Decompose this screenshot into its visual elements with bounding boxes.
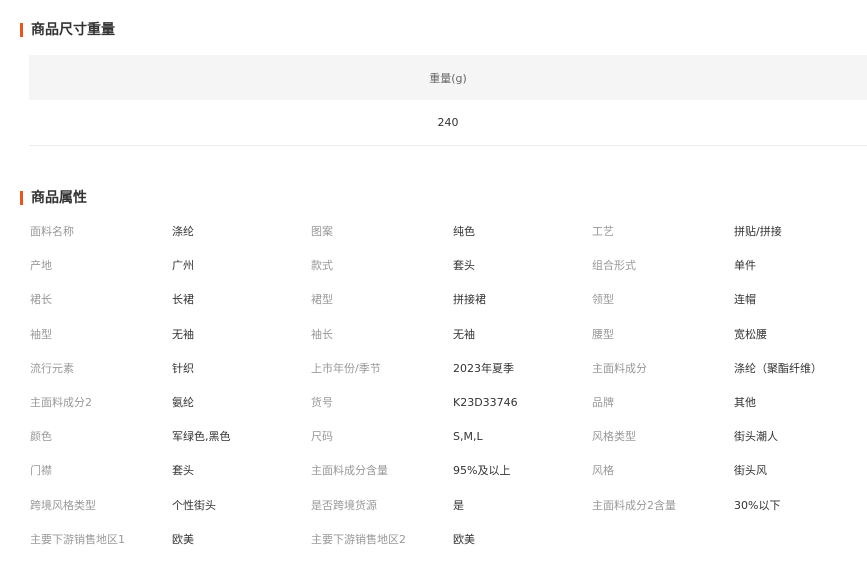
attribute-row: 跨境风格类型 个性街头 是否跨境货源 是 主面料成分2含量 30%以下	[30, 498, 867, 532]
attribute-value: 2023年夏季	[453, 361, 514, 375]
attribute-label: 工艺	[592, 225, 614, 238]
size-weight-table: 重量(g) 240	[29, 55, 867, 146]
attribute-value: 广州	[172, 259, 194, 273]
attribute-row: 裙长 长裙 裙型 拼接裙 领型 连帽	[30, 292, 867, 326]
attribute-label: 主面料成分	[592, 361, 647, 375]
attribute-value: 无袖	[453, 327, 475, 341]
attribute-value: 涤纶	[172, 225, 194, 238]
product-attributes-section-title: 商品属性	[20, 190, 87, 206]
attribute-value: 宽松腰	[734, 327, 767, 341]
attribute-value: 套头	[453, 259, 475, 273]
attribute-label: 裙型	[311, 293, 333, 307]
attribute-value: 连帽	[734, 293, 756, 307]
section-accent-bar	[20, 191, 23, 205]
attribute-value: 无袖	[172, 327, 194, 341]
attribute-label: 领型	[592, 293, 614, 307]
size-weight-title-text: 商品尺寸重量	[31, 22, 115, 38]
attribute-value: 95%及以上	[453, 464, 511, 478]
section-accent-bar	[20, 23, 23, 37]
attribute-label: 主面料成分2	[30, 395, 92, 409]
attribute-value: 军绿色,黑色	[172, 430, 231, 444]
weight-value-cell: 240	[29, 100, 867, 146]
attribute-value: 涤纶（聚酯纤维）	[734, 361, 822, 375]
attribute-label: 上市年份/季节	[311, 361, 381, 375]
attribute-label: 腰型	[592, 327, 614, 341]
attribute-value: 30%以下	[734, 498, 781, 512]
product-attributes-title-text: 商品属性	[31, 190, 87, 206]
attribute-value: 套头	[172, 464, 194, 478]
attribute-label: 流行元素	[30, 361, 74, 375]
attribute-value: 长裙	[172, 293, 194, 307]
attribute-value: 街头风	[734, 464, 767, 478]
attribute-row: 主面料成分2 氨纶 货号 K23D33746 品牌 其他	[30, 395, 867, 429]
attribute-label: 门襟	[30, 464, 52, 478]
attribute-row: 产地 广州 款式 套头 组合形式 单件	[30, 258, 867, 292]
attribute-value: 纯色	[453, 225, 475, 238]
attribute-label: 风格	[592, 464, 614, 478]
attribute-row: 袖型 无袖 袖长 无袖 腰型 宽松腰	[30, 327, 867, 361]
attribute-row: 主要下游销售地区1 欧美 主要下游销售地区2 欧美	[30, 532, 867, 566]
attribute-label: 主面料成分含量	[311, 464, 388, 478]
attribute-label: 跨境风格类型	[30, 498, 96, 512]
attribute-label: 是否跨境货源	[311, 498, 377, 512]
attribute-value: 街头潮人	[734, 430, 778, 444]
attribute-label: 货号	[311, 395, 333, 409]
attribute-row: 颜色 军绿色,黑色 尺码 S,M,L 风格类型 街头潮人	[30, 429, 867, 463]
attribute-label: 风格类型	[592, 430, 636, 444]
attribute-value: 欧美	[453, 532, 475, 546]
attribute-value: S,M,L	[453, 430, 483, 444]
attribute-row: 面料名称 涤纶 图案 纯色 工艺 拼贴/拼接	[30, 224, 867, 258]
attribute-value: 欧美	[172, 532, 194, 546]
attribute-label: 面料名称	[30, 225, 74, 238]
attribute-label: 主要下游销售地区2	[311, 532, 406, 546]
attribute-value: 单件	[734, 259, 756, 273]
attribute-label: 品牌	[592, 395, 614, 409]
attribute-value: 针织	[172, 361, 194, 375]
attribute-value: 拼贴/拼接	[734, 225, 782, 238]
weight-column-header: 重量(g)	[29, 55, 867, 100]
attribute-label: 颜色	[30, 430, 52, 444]
attribute-value: 拼接裙	[453, 293, 486, 307]
attribute-row: 门襟 套头 主面料成分含量 95%及以上 风格 街头风	[30, 463, 867, 497]
attribute-row: 流行元素 针织 上市年份/季节 2023年夏季 主面料成分 涤纶（聚酯纤维）	[30, 361, 867, 395]
attribute-label: 尺码	[311, 430, 333, 444]
attribute-label: 袖长	[311, 327, 333, 341]
size-weight-section-title: 商品尺寸重量	[20, 22, 115, 38]
attribute-label: 组合形式	[592, 259, 636, 273]
attribute-label: 图案	[311, 225, 333, 238]
attribute-value: 是	[453, 498, 464, 512]
attribute-value: 氨纶	[172, 395, 194, 409]
attribute-value: K23D33746	[453, 395, 518, 409]
attribute-label: 主要下游销售地区1	[30, 532, 125, 546]
attribute-label: 款式	[311, 259, 333, 273]
attribute-label: 产地	[30, 259, 52, 273]
attribute-label: 袖型	[30, 327, 52, 341]
attribute-label: 主面料成分2含量	[592, 498, 676, 512]
attribute-value: 个性街头	[172, 498, 216, 512]
attribute-value: 其他	[734, 395, 756, 409]
attribute-label: 裙长	[30, 293, 52, 307]
product-attributes-grid: 面料名称 涤纶 图案 纯色 工艺 拼贴/拼接 产地 广州 款式 套头 组合形式 单件 裙长 长裙 裙型 拼接裙…	[30, 224, 867, 566]
